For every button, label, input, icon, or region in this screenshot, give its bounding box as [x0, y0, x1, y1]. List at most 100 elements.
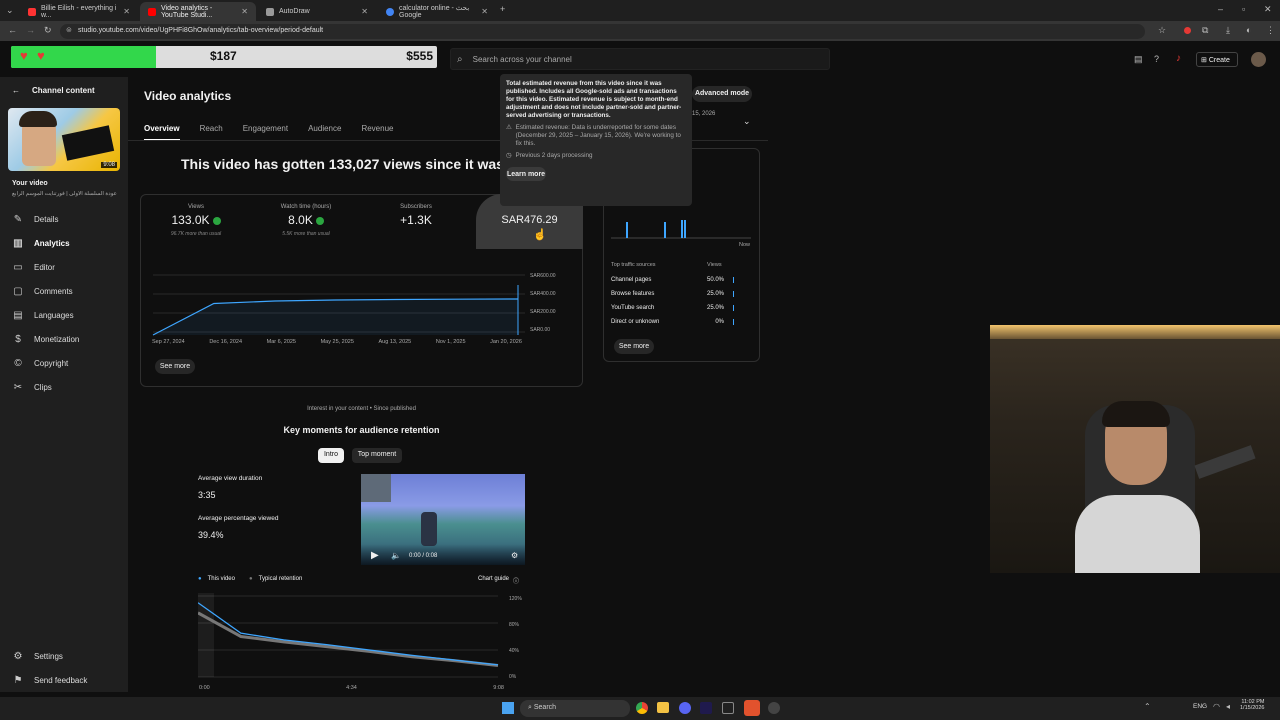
create-button[interactable]: ⊞ Create — [1196, 52, 1238, 67]
metric-watch-time[interactable]: Watch time (hours) 8.0K 5.5K more than u… — [251, 204, 361, 237]
windows-start-icon[interactable] — [502, 702, 514, 714]
close-tab-icon[interactable]: ✕ — [241, 7, 248, 16]
tab-title: Video analytics - YouTube Studi... — [161, 4, 213, 19]
maximize-icon[interactable]: ▫ — [1242, 4, 1245, 14]
see-more-button[interactable]: See more — [155, 359, 195, 374]
heart-icon: ♥ — [37, 48, 45, 63]
learn-more-button[interactable]: Learn more — [506, 167, 546, 181]
y-tick: 120% — [509, 596, 522, 602]
browser-tab-bar: ⌄ Billie Eilish - everything i w... ✕ Vi… — [0, 0, 1280, 21]
browser-tab-4[interactable]: calculator online - بحث Google ✕ — [378, 2, 496, 21]
video-duration: 9:08 — [101, 162, 117, 168]
avatar[interactable] — [1251, 52, 1266, 67]
see-more-sources-button[interactable]: See more — [614, 339, 654, 354]
wifi-icon[interactable]: ◠ — [1213, 702, 1220, 711]
top-moment-chip[interactable]: Top moment — [352, 448, 402, 463]
sidebar-item-feedback[interactable]: ⚑ Send feedback — [0, 670, 128, 690]
browser-tab-3[interactable]: AutoDraw ✕ — [258, 2, 376, 21]
close-tab-icon[interactable]: ✕ — [123, 7, 130, 16]
help-icon[interactable]: ? — [1154, 54, 1159, 64]
language-indicator[interactable]: ENG — [1193, 703, 1207, 710]
subtitles-icon[interactable]: ▤ — [1134, 54, 1143, 65]
forward-icon[interactable]: → — [26, 25, 35, 35]
play-icon[interactable]: ▶ — [371, 550, 379, 561]
app-icon[interactable] — [722, 702, 734, 714]
intro-chip[interactable]: Intro — [318, 448, 344, 463]
premiere-icon[interactable] — [700, 702, 712, 714]
close-tab-icon[interactable]: ✕ — [361, 7, 368, 16]
obs-icon[interactable] — [744, 700, 760, 716]
scissors-icon: ✂ — [13, 381, 23, 393]
x-tick: Jan 20, 2026 — [490, 339, 522, 345]
date-range[interactable]: 15, 2026 — [692, 111, 715, 117]
nav-label: Monetization — [34, 334, 80, 344]
y-tick: SAR600.00 — [530, 273, 556, 279]
volume-icon[interactable]: ◂ — [1226, 702, 1230, 711]
download-icon[interactable]: ⤓ — [1226, 25, 1230, 36]
traffic-source-value: 50.0% — [706, 277, 724, 283]
chevron-down-icon[interactable]: ⌄ — [743, 116, 751, 127]
gear-icon[interactable]: ⚙ — [511, 551, 518, 560]
sidebar-item-languages[interactable]: ▤ Languages — [0, 305, 128, 325]
menu-dots-icon[interactable]: ⋮ — [1266, 25, 1275, 36]
video-preview[interactable]: ▶ 🔈 0:00 / 0:08 ⚙ — [361, 474, 525, 565]
tab-search-icon[interactable]: ⌄ — [6, 5, 14, 16]
video-time: 0:00 / 0:08 — [409, 553, 438, 559]
file-explorer-icon[interactable] — [657, 702, 669, 713]
metric-views[interactable]: Views 133.0K 96.7K more than usual — [141, 204, 251, 237]
tab-reach[interactable]: Reach — [200, 124, 223, 133]
revenue-area — [153, 299, 518, 335]
advanced-mode-button[interactable]: Advanced mode — [692, 86, 752, 102]
notifications-icon[interactable]: ♪ — [1176, 53, 1181, 64]
discord-icon[interactable] — [679, 702, 691, 714]
tab-overview[interactable]: Overview — [144, 124, 180, 141]
close-window-icon[interactable]: ✕ — [1264, 4, 1272, 15]
sidebar-item-analytics[interactable]: ▥ Analytics — [0, 233, 128, 253]
extensions-puzzle-icon[interactable]: ⧉ — [1202, 25, 1208, 36]
sidebar-item-comments[interactable]: ▢ Comments — [0, 281, 128, 301]
tab-engagement[interactable]: Engagement — [243, 124, 288, 133]
volume-icon[interactable]: 🔈 — [391, 551, 401, 560]
x-tick: May 25, 2025 — [320, 339, 354, 345]
profile-icon[interactable]: ◐ — [1246, 25, 1251, 35]
avg-percentage-value: 39.4% — [198, 530, 224, 540]
browser-tab-2[interactable]: Video analytics - YouTube Studi... ✕ — [140, 2, 256, 21]
reload-icon[interactable]: ↻ — [44, 25, 52, 36]
app-icon[interactable] — [768, 702, 780, 714]
sidebar-item-monetization[interactable]: $ Monetization — [0, 329, 128, 349]
clock[interactable]: 11:02 PM 1/15/2026 — [1240, 699, 1264, 711]
close-tab-icon[interactable]: ✕ — [481, 7, 488, 16]
video-thumbnail[interactable]: 9:08 — [8, 108, 120, 171]
channel-content-link[interactable]: ← Channel content — [12, 86, 95, 95]
video-title: عودة السلسلة الأولى | فورتنايت الموسم ال… — [12, 191, 117, 197]
avg-percentage-label: Average percentage viewed — [198, 515, 279, 522]
player-controls-bg — [361, 544, 525, 565]
chrome-icon[interactable] — [636, 702, 648, 714]
sidebar-item-editor[interactable]: ▭ Editor — [0, 257, 128, 277]
chart-guide-button[interactable]: Chart guide ⓘ — [478, 576, 519, 585]
new-tab-icon[interactable]: + — [500, 4, 505, 14]
bookmark-star-icon[interactable]: ☆ — [1158, 25, 1166, 36]
tab-audience[interactable]: Audience — [308, 124, 341, 133]
tab-revenue[interactable]: Revenue — [361, 124, 393, 133]
sidebar-item-copyright[interactable]: © Copyright — [0, 353, 128, 373]
taskbar-search-label: Search — [533, 704, 557, 711]
back-icon[interactable]: ← — [8, 25, 17, 35]
metric-subscribers[interactable]: Subscribers +1.3K — [361, 204, 471, 227]
url-input[interactable]: ⊜ studio.youtube.com/video/UgPHFi8GhOw/a… — [60, 24, 1145, 39]
site-info-icon[interactable]: ⊜ — [66, 26, 72, 34]
taskbar-search[interactable]: ⌕ Search — [520, 700, 630, 717]
sidebar-item-settings[interactable]: ⚙ Settings — [0, 646, 128, 666]
realtime-bar-chart — [611, 220, 751, 239]
traffic-source-name: Channel pages — [611, 277, 652, 283]
chevron-up-icon[interactable]: ⌃ — [1144, 702, 1151, 711]
tooltip-processing: Previous 2 days processing — [515, 152, 593, 159]
extension-icon[interactable] — [1184, 27, 1191, 34]
search-input[interactable]: ⌕ Search across your channel — [450, 48, 830, 70]
legend-typical: Typical retention — [258, 576, 303, 582]
sidebar-item-clips[interactable]: ✂ Clips — [0, 377, 128, 397]
retention-y-labels: 120% 80% 40% 0% — [509, 596, 522, 680]
sidebar-item-details[interactable]: ✎ Details — [0, 209, 128, 229]
browser-tab-1[interactable]: Billie Eilish - everything i w... ✕ — [20, 2, 138, 21]
minimize-icon[interactable]: – — [1218, 4, 1223, 14]
